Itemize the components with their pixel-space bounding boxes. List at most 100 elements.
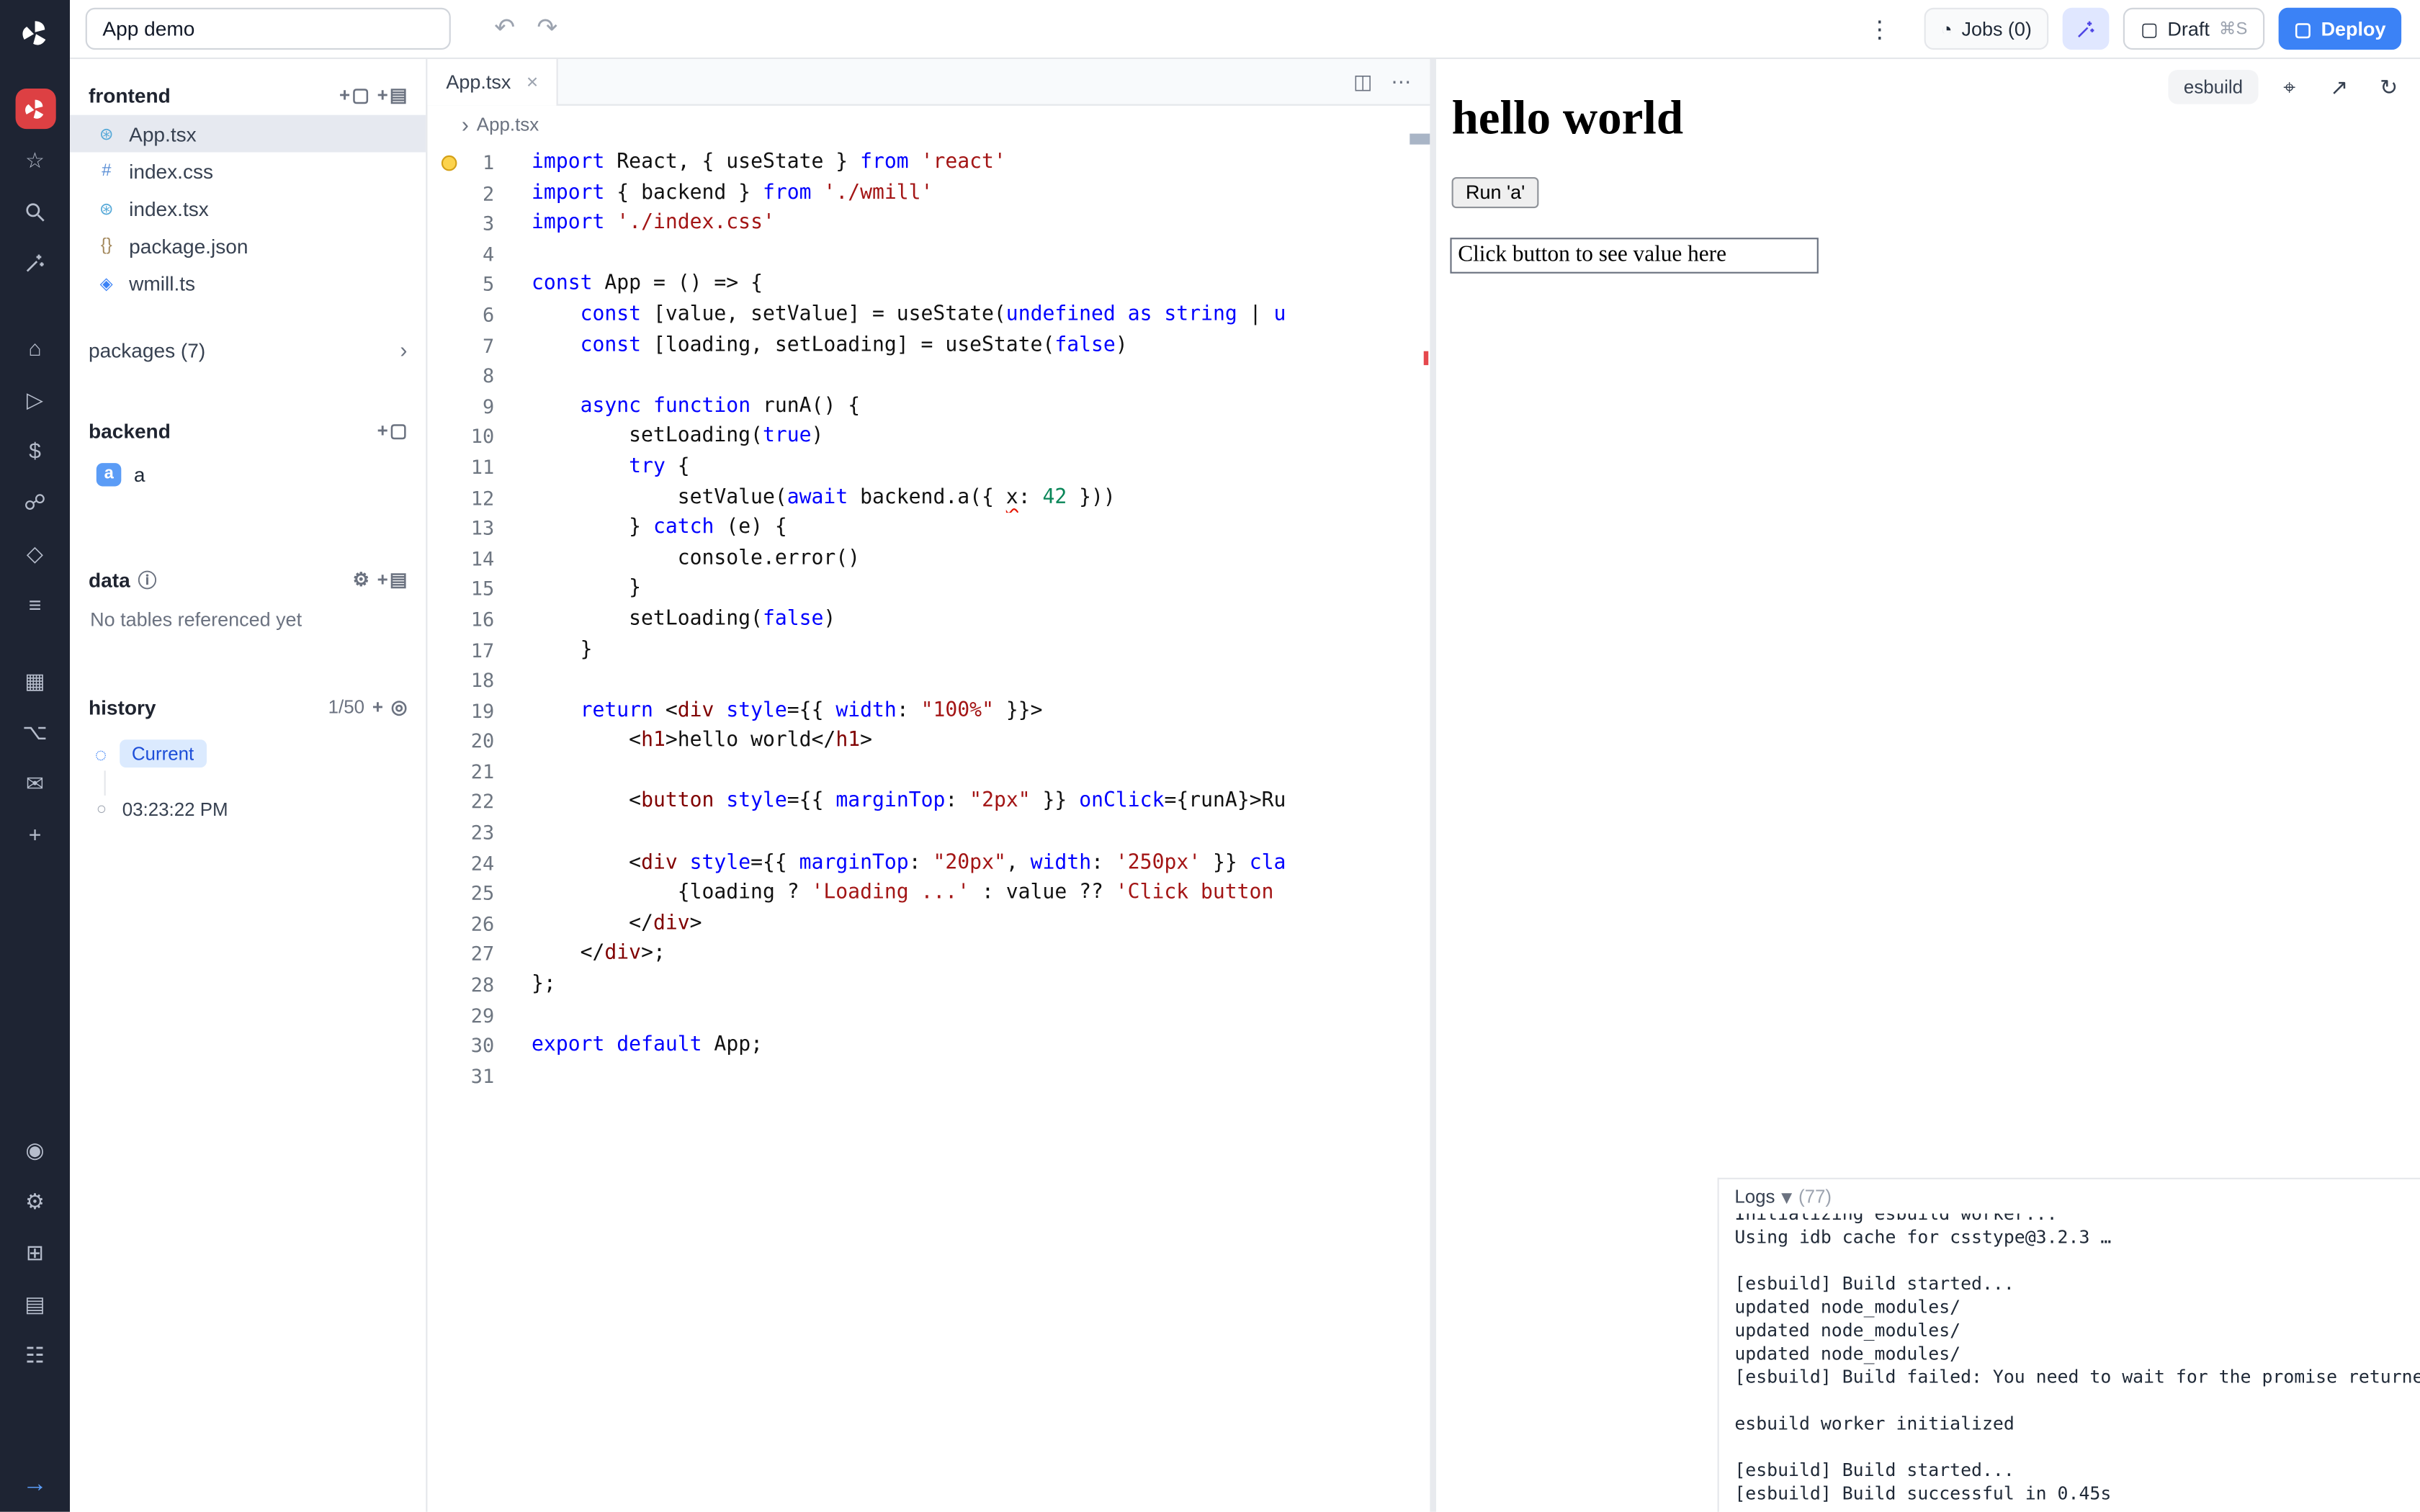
code-line[interactable]: 10 setLoading(true) — [427, 422, 1430, 452]
draft-button[interactable]: ▢ Draft ⌘S — [2123, 8, 2264, 50]
ai-assistant-button[interactable] — [15, 243, 55, 283]
code-line[interactable]: 12 setValue(await backend.a({ x: 42 })) — [427, 482, 1430, 513]
packages-row[interactable]: packages (7) › — [70, 329, 426, 369]
layers-button[interactable]: ≡ — [15, 584, 55, 624]
minimap[interactable] — [1310, 152, 1407, 277]
code-line[interactable]: 27 </div>; — [427, 939, 1430, 969]
sidebar: frontend +▢ +▤ ⊛App.tsx#index.css⊛index.… — [70, 59, 427, 1512]
editor-menu-button[interactable]: ⋯ — [1391, 69, 1411, 94]
code-line[interactable]: 20 <h1>hello world</h1> — [427, 726, 1430, 756]
file-item[interactable]: ◈wmill.ts — [70, 264, 426, 302]
favorites-button[interactable]: ☆ — [15, 140, 55, 180]
code-line[interactable]: 15 } — [427, 574, 1430, 604]
split-editor-button[interactable]: ◫ — [1353, 69, 1373, 94]
search-button[interactable] — [15, 191, 55, 231]
code-line[interactable]: 24 <div style={{ marginTop: "20px", widt… — [427, 848, 1430, 878]
lightbulb-icon[interactable] — [442, 156, 457, 171]
minimap-slider[interactable] — [1410, 134, 1430, 145]
add-button[interactable]: + — [15, 814, 55, 855]
workflows-button[interactable]: ⌥ — [15, 711, 55, 752]
code-line[interactable]: 30export default App; — [427, 1030, 1430, 1061]
history-current-item[interactable]: ◌ Current — [70, 739, 426, 768]
code-line[interactable]: 23 — [427, 817, 1430, 847]
expand-rail-button[interactable]: → — [0, 1472, 70, 1500]
code-line[interactable]: 16 setLoading(false) — [427, 604, 1430, 634]
history-add-button[interactable]: + — [372, 696, 383, 718]
code-line[interactable]: 3import './index.css' — [427, 209, 1430, 239]
code-line[interactable]: 5const App = () => { — [427, 269, 1430, 300]
file-item[interactable]: {}package.json — [70, 227, 426, 264]
breadcrumb-file[interactable]: App.tsx — [477, 114, 539, 135]
code-line[interactable]: 1import React, { useState } from 'react' — [427, 148, 1430, 178]
code-line[interactable]: 31 — [427, 1061, 1430, 1092]
messages-button[interactable]: ✉ — [15, 763, 55, 804]
workspace-settings-button[interactable]: ⊞ — [15, 1232, 55, 1272]
line-number: 26 — [427, 909, 494, 939]
backend-script-a[interactable]: a a — [70, 454, 426, 494]
apps-grid-button[interactable]: ☷ — [15, 1335, 55, 1375]
code-line[interactable]: 18 — [427, 665, 1430, 696]
more-menu-button[interactable]: ⋮ — [1868, 15, 1891, 43]
code-line[interactable]: 14 console.error() — [427, 544, 1430, 574]
open-external-button[interactable]: ↗ — [2321, 68, 2358, 106]
gear-icon: ⚙ — [25, 1188, 45, 1215]
inspect-button[interactable]: ⌖ — [2271, 68, 2308, 106]
windmill-logo-icon[interactable] — [15, 12, 55, 53]
file-name: wmill.ts — [129, 271, 195, 294]
code-line[interactable]: 8 — [427, 361, 1430, 391]
tab-app-tsx[interactable]: App.tsx × — [427, 58, 558, 105]
code-line[interactable]: 26 </div> — [427, 909, 1430, 939]
circle-icon: ○ — [97, 800, 107, 819]
logs-header[interactable]: Logs ▾ (77) — [1719, 1179, 2420, 1213]
ai-button[interactable] — [2063, 8, 2110, 50]
run-a-button[interactable]: Run 'a' — [1452, 177, 1539, 208]
jobs-button[interactable]: ◔ Jobs (0) — [1924, 8, 2049, 50]
data-settings-button[interactable]: ⚙ — [353, 569, 369, 590]
refresh-button[interactable]: ↻ — [2370, 68, 2408, 106]
new-file-button[interactable]: +▢ — [339, 84, 369, 106]
code-line[interactable]: 17 } — [427, 635, 1430, 665]
app-name-input[interactable] — [86, 8, 451, 50]
resources-button[interactable]: ☍ — [15, 482, 55, 522]
redo-button[interactable]: ↷ — [537, 17, 557, 42]
code-line[interactable]: 11 try { — [427, 452, 1430, 482]
history-entry[interactable]: ○ 03:23:22 PM — [70, 798, 426, 820]
schedules-button[interactable]: ◇ — [15, 533, 55, 573]
home-button[interactable]: ⌂ — [15, 328, 55, 368]
star-icon: ☆ — [25, 147, 45, 174]
folders-button[interactable]: ▤ — [15, 1284, 55, 1324]
code-line[interactable]: 4 — [427, 239, 1430, 269]
code-line[interactable]: 6 const [value, setValue] = useState(und… — [427, 300, 1430, 330]
draft-shortcut: ⌘S — [2219, 19, 2248, 39]
code-line[interactable]: 2import { backend } from './wmill' — [427, 178, 1430, 208]
code-line[interactable]: 7 const [loading, setLoading] = useState… — [427, 330, 1430, 361]
runs-button[interactable]: ▷ — [15, 379, 55, 420]
code-line[interactable]: 19 return <div style={{ width: "100%" }}… — [427, 696, 1430, 726]
code-line[interactable]: 22 <button style={{ marginTop: "2px" }} … — [427, 787, 1430, 817]
code-line[interactable]: 25 {loading ? 'Loading ...' : value ?? '… — [427, 878, 1430, 909]
esbuild-status-button[interactable]: esbuild — [2168, 70, 2258, 104]
code-line[interactable]: 13 } catch (e) { — [427, 513, 1430, 543]
snapshot-button[interactable]: ◎ — [391, 696, 408, 718]
undo-button[interactable]: ↶ — [494, 17, 515, 42]
new-folder-button[interactable]: +▤ — [377, 84, 408, 106]
log-line: Initializing esbuild worker... — [1734, 1213, 2420, 1225]
close-icon[interactable]: × — [526, 70, 538, 93]
code-line[interactable]: 9 async function runA() { — [427, 391, 1430, 421]
code-line[interactable]: 21 — [427, 757, 1430, 787]
deploy-button[interactable]: ▢ Deploy — [2279, 8, 2402, 50]
logs-body[interactable]: Initializing esbuild worker...Using idb … — [1719, 1213, 2420, 1510]
file-item[interactable]: ⊛index.tsx — [70, 189, 426, 227]
file-item[interactable]: ⊛App.tsx — [70, 115, 426, 153]
account-button[interactable]: ◉ — [15, 1130, 55, 1170]
variables-button[interactable]: $ — [15, 431, 55, 471]
code-line[interactable]: 29 — [427, 1000, 1430, 1030]
app-icon[interactable] — [15, 89, 55, 129]
pane-resize-handle[interactable] — [1430, 59, 1436, 1512]
file-item[interactable]: #index.css — [70, 152, 426, 189]
new-script-button[interactable]: +▢ — [377, 420, 408, 441]
add-table-button[interactable]: +▤ — [377, 569, 408, 590]
calendar-button[interactable]: ▦ — [15, 660, 55, 701]
code-line[interactable]: 28}; — [427, 970, 1430, 1000]
settings-button[interactable]: ⚙ — [15, 1181, 55, 1221]
